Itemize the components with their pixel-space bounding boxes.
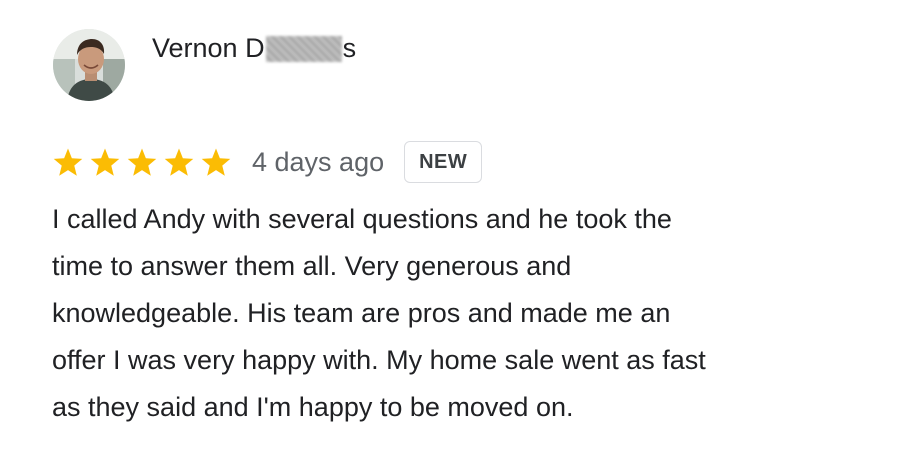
star-icon (200, 147, 232, 178)
avatar[interactable] (53, 29, 125, 101)
star-icon (52, 147, 84, 178)
star-rating (52, 147, 232, 178)
avatar-photo-icon (53, 29, 125, 101)
review-card: Vernon D s 4 days ago NEW I called Andy w… (0, 0, 900, 450)
reviewer-name-last: s (342, 33, 357, 63)
rating-row: 4 days ago NEW (52, 138, 483, 186)
name-redaction-blur (265, 35, 342, 62)
reviewer-name[interactable]: Vernon D s (152, 33, 356, 64)
review-text-line: knowledgeable. His team are pros and mad… (52, 298, 671, 328)
star-icon (163, 147, 195, 178)
star-icon (89, 147, 121, 178)
review-text-line: as they said and I'm happy to be moved o… (52, 392, 574, 422)
star-icon (126, 147, 158, 178)
review-text-line: I called Andy with several questions and… (52, 204, 672, 234)
reviewer-name-first: Vernon D (152, 33, 265, 63)
review-text-line: offer I was very happy with. My home sal… (52, 345, 706, 375)
review-text: I called Andy with several questions and… (52, 196, 872, 431)
new-badge: NEW (404, 141, 483, 183)
review-date: 4 days ago (252, 146, 385, 177)
review-text-line: time to answer them all. Very generous a… (52, 251, 572, 281)
